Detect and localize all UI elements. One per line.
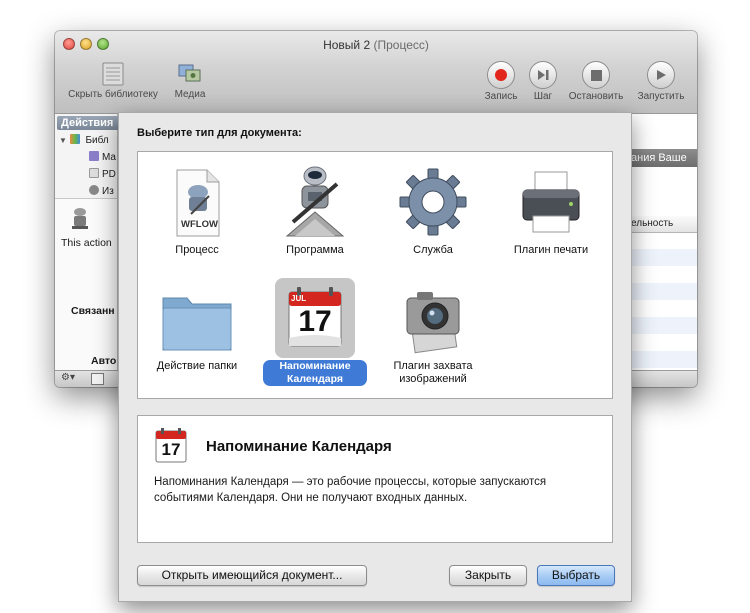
description-calendar-day: 17 (161, 440, 181, 459)
type-label: Действие папки (156, 360, 238, 372)
related-label: Связанн (71, 305, 115, 317)
description-title: Напоминание Календаря (206, 438, 392, 455)
sheet-prompt: Выберите тип для документа: (137, 127, 302, 139)
record-label: Запись (484, 91, 518, 102)
library-row[interactable]: Из (89, 185, 114, 197)
library-sidebar: Действия ▼ Библ Ma PD Из This action Свя… (55, 114, 133, 375)
type-label: Напоминание Календаря (256, 360, 374, 386)
hide-library-button[interactable]: Скрыть библиотеку (61, 61, 165, 100)
variables-column-header[interactable]: ельность (631, 216, 697, 233)
calendar-icon: JUL 17 (275, 278, 355, 358)
type-image-capture-plugin[interactable]: Плагин захвата изображений (374, 278, 492, 386)
stop-button[interactable]: Остановить (565, 61, 627, 102)
window-title-sub: (Процесс) (373, 38, 429, 52)
document-type-sheet: Выберите тип для документа: WFLOW Процес… (118, 112, 632, 602)
step-label: Шаг (533, 91, 553, 102)
type-label: Служба (413, 244, 453, 256)
type-calendar-alarm[interactable]: JUL 17 Напоминание Календаря (256, 278, 374, 386)
type-workflow[interactable]: WFLOW Процесс (138, 162, 256, 257)
wflow-badge: WFLOW (181, 219, 218, 230)
type-folder-action[interactable]: Действие папки (138, 278, 256, 373)
folder-icon (157, 278, 237, 358)
type-label: Плагин захвата изображений (393, 360, 473, 385)
close-button[interactable]: Закрыть (449, 565, 527, 586)
type-label-selected: Напоминание Календаря (263, 360, 367, 386)
printer-icon (511, 162, 591, 242)
media-label: Медиа (174, 89, 206, 100)
step-button[interactable]: Шаг (525, 61, 561, 102)
library-icon (100, 61, 126, 87)
table-row (631, 283, 697, 300)
media-button[interactable]: Медиа (169, 61, 211, 100)
camera-icon (393, 278, 473, 358)
run-button[interactable]: Запустить (631, 61, 691, 102)
gear-menu-icon[interactable]: ⚙▾ (61, 372, 75, 383)
open-existing-button[interactable]: Открыть имеющийся документ... (137, 565, 367, 586)
automator-robot-icon (275, 162, 355, 242)
calendar-month: JUL (291, 294, 307, 303)
type-label: Программа (286, 244, 344, 256)
record-icon (487, 61, 515, 89)
table-row (631, 249, 697, 266)
library-folder-icon (69, 134, 80, 144)
table-row (631, 351, 697, 368)
type-print-plugin[interactable]: Плагин печати (492, 162, 610, 257)
author-label: Авто (91, 355, 117, 367)
step-icon (529, 61, 557, 89)
calendar-day: 17 (298, 305, 332, 338)
library-row[interactable]: ▼ Библ (59, 134, 109, 146)
action-description: This action (61, 237, 112, 249)
action-info-pane: This action Связанн Авто (55, 198, 117, 375)
library-row[interactable]: PD (89, 168, 116, 180)
pdf-icon (89, 168, 99, 178)
stop-icon (582, 61, 610, 89)
window-title-main: Новый 2 (323, 38, 371, 52)
mail-icon (89, 151, 99, 161)
library-row[interactable]: Ma (89, 151, 116, 163)
media-icon (177, 61, 203, 87)
automator-small-icon (69, 207, 91, 234)
record-button[interactable]: Запись (481, 61, 521, 102)
workflow-header: ания Ваше (631, 149, 697, 167)
table-row (631, 317, 697, 334)
image-icon (89, 185, 99, 195)
choose-button[interactable]: Выбрать (537, 565, 615, 586)
description-calendar-icon: 17 (152, 426, 192, 469)
document-type-grid: WFLOW Процесс Программа Служба Плагин пе… (137, 151, 613, 399)
type-service[interactable]: Служба (374, 162, 492, 257)
stop-label: Остановить (568, 91, 624, 102)
type-label: Плагин печати (513, 244, 589, 256)
description-text: Напоминания Календаря — это рабочие проц… (154, 476, 547, 504)
description-toggle-icon[interactable] (91, 373, 104, 385)
window-title: Новый 2 (Процесс) (55, 38, 697, 52)
window-titlebar: Новый 2 (Процесс) Скрыть библиотеку Меди… (55, 31, 697, 114)
description-panel: 17 Напоминание Календаря Напоминания Кал… (137, 415, 613, 543)
play-icon (647, 61, 675, 89)
run-label: Запустить (637, 91, 685, 102)
type-application[interactable]: Программа (256, 162, 374, 257)
hide-library-label: Скрыть библиотеку (68, 89, 158, 100)
gear-icon (393, 162, 473, 242)
wflow-document-icon: WFLOW (157, 162, 237, 242)
type-label: Процесс (175, 244, 219, 256)
